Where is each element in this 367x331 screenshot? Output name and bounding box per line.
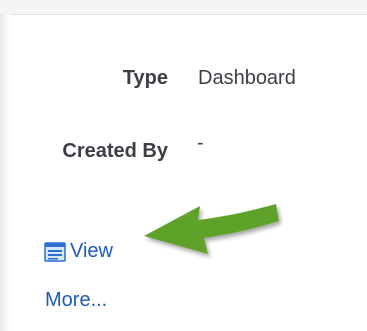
dashboard-window-icon: [44, 241, 66, 262]
top-edge-strip: [0, 0, 367, 15]
view-link[interactable]: View: [44, 240, 113, 263]
view-link-label: View: [70, 240, 113, 262]
type-value: Dashboard: [198, 67, 296, 89]
properties-panel: Type Dashboard Created By - View More...: [0, 0, 367, 331]
left-panel-shadow: [0, 14, 10, 331]
more-link[interactable]: More...: [45, 289, 107, 312]
created-by-label: Created By: [62, 140, 168, 162]
type-label: Type: [122, 67, 168, 89]
created-by-value: -: [197, 132, 204, 154]
green-pointer-arrow-icon: [144, 204, 279, 254]
